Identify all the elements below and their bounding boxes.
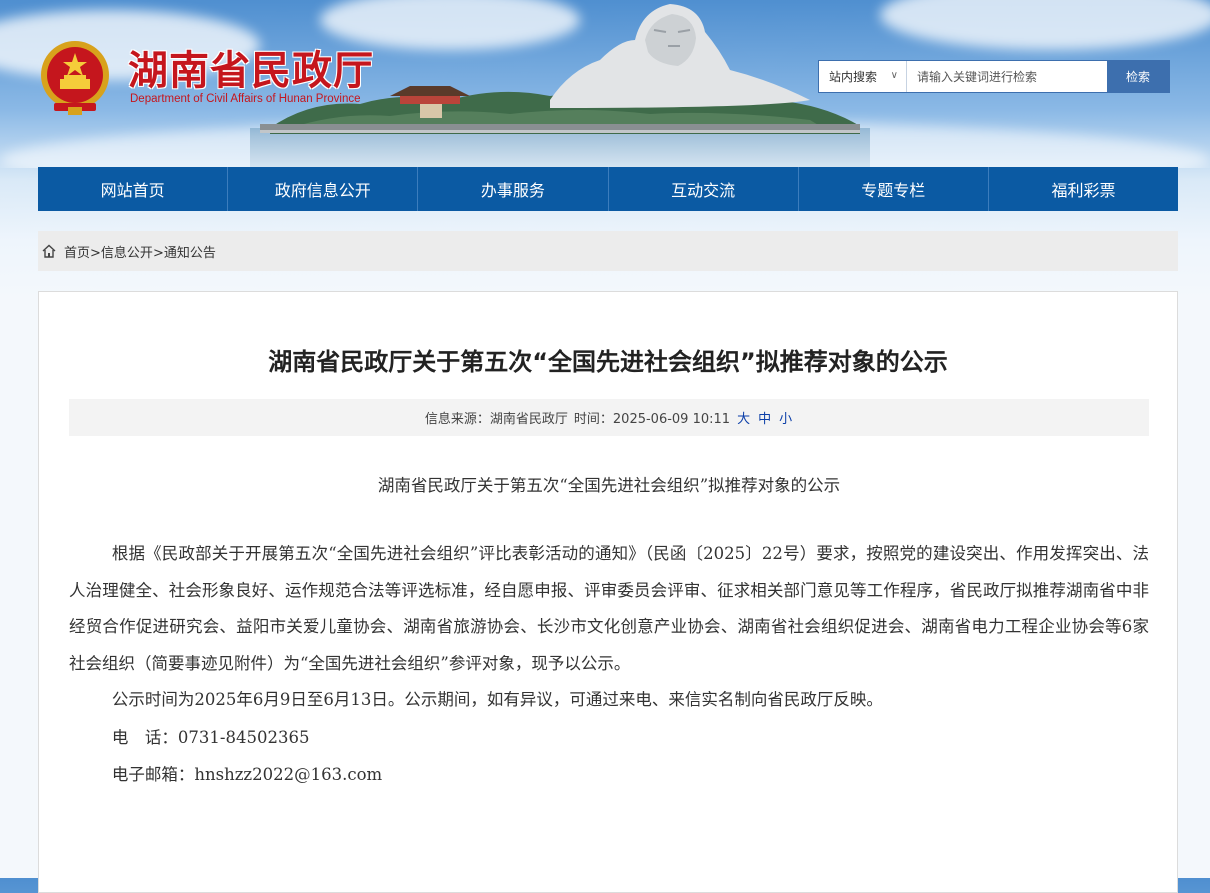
nav-item-topics[interactable]: 专题专栏 bbox=[799, 167, 989, 211]
site-logo-title[interactable]: 湖南省民政厅 bbox=[128, 38, 374, 96]
nav-item-lottery[interactable]: 福利彩票 bbox=[989, 167, 1178, 211]
font-size-small-link[interactable]: 小 bbox=[779, 408, 792, 427]
breadcrumb-notice-link[interactable]: 通知公告 bbox=[164, 246, 216, 261]
search-scope-label: 站内搜索 bbox=[829, 70, 878, 84]
article-panel: 湖南省民政厅关于第五次“全国先进社会组织”拟推荐对象的公示 信息来源：湖南省民政… bbox=[38, 291, 1178, 893]
contact-email: 电子邮箱：hnshzz2022@163.com bbox=[111, 764, 383, 784]
article-source: 信息来源：湖南省民政厅 bbox=[424, 412, 568, 427]
breadcrumb-separator: > bbox=[90, 245, 101, 261]
article-body: 湖南省民政厅关于第五次“全国先进社会组织”拟推荐对象的公示 根据《民政部关于开展… bbox=[69, 472, 1149, 793]
breadcrumb-home-link[interactable]: 首页 bbox=[64, 246, 90, 261]
nav-item-home[interactable]: 网站首页 bbox=[38, 167, 229, 211]
search-scope-select[interactable]: 站内搜索 ∨ bbox=[819, 61, 907, 92]
article-time: 时间：2025-06-09 10:11 bbox=[573, 412, 731, 427]
contact-phone: 电 话：0731-84502365 bbox=[111, 727, 310, 747]
article-paragraph: 公示时间为2025年6月9日至6月13日。公示期间，如有异议，可通过来电、来信实… bbox=[111, 690, 883, 709]
search-input[interactable] bbox=[907, 61, 1107, 92]
main-nav: 网站首页 政府信息公开 办事服务 互动交流 专题专栏 福利彩票 bbox=[38, 167, 1178, 211]
breadcrumb-separator: > bbox=[152, 245, 164, 261]
font-size-large-link[interactable]: 大 bbox=[737, 408, 750, 427]
search-button[interactable]: 检索 bbox=[1107, 61, 1169, 92]
article-paragraph: 根据《民政部关于开展第五次“全国先进社会组织”评比表彰活动的通知》（民函〔202… bbox=[69, 544, 1149, 673]
nav-item-services[interactable]: 办事服务 bbox=[418, 167, 609, 211]
article-meta: 信息来源：湖南省民政厅 时间：2025-06-09 10:11 大 中 小 bbox=[69, 399, 1149, 436]
home-icon[interactable] bbox=[38, 240, 60, 262]
site-search: 站内搜索 ∨ 检索 bbox=[818, 60, 1170, 93]
nav-item-interaction[interactable]: 互动交流 bbox=[609, 167, 799, 211]
nav-item-gov-info[interactable]: 政府信息公开 bbox=[228, 167, 419, 211]
cloud-decoration bbox=[880, 0, 1210, 50]
chevron-down-icon: ∨ bbox=[890, 70, 898, 81]
article-subtitle: 湖南省民政厅关于第五次“全国先进社会组织”拟推荐对象的公示 bbox=[377, 476, 841, 495]
national-emblem-icon bbox=[41, 41, 109, 115]
font-size-medium-link[interactable]: 中 bbox=[758, 408, 771, 427]
site-logo-subtitle: Department of Civil Affairs of Hunan Pro… bbox=[130, 93, 361, 105]
breadcrumb: 首页>信息公开>通知公告 bbox=[38, 231, 1178, 271]
breadcrumb-trail: 首页>信息公开>通知公告 bbox=[64, 242, 216, 261]
breadcrumb-info-link[interactable]: 信息公开 bbox=[101, 246, 153, 261]
article-title: 湖南省民政厅关于第五次“全国先进社会组织”拟推荐对象的公示 bbox=[268, 348, 948, 376]
site-header: 湖南省民政厅 Department of Civil Affairs of Hu… bbox=[0, 0, 1210, 168]
